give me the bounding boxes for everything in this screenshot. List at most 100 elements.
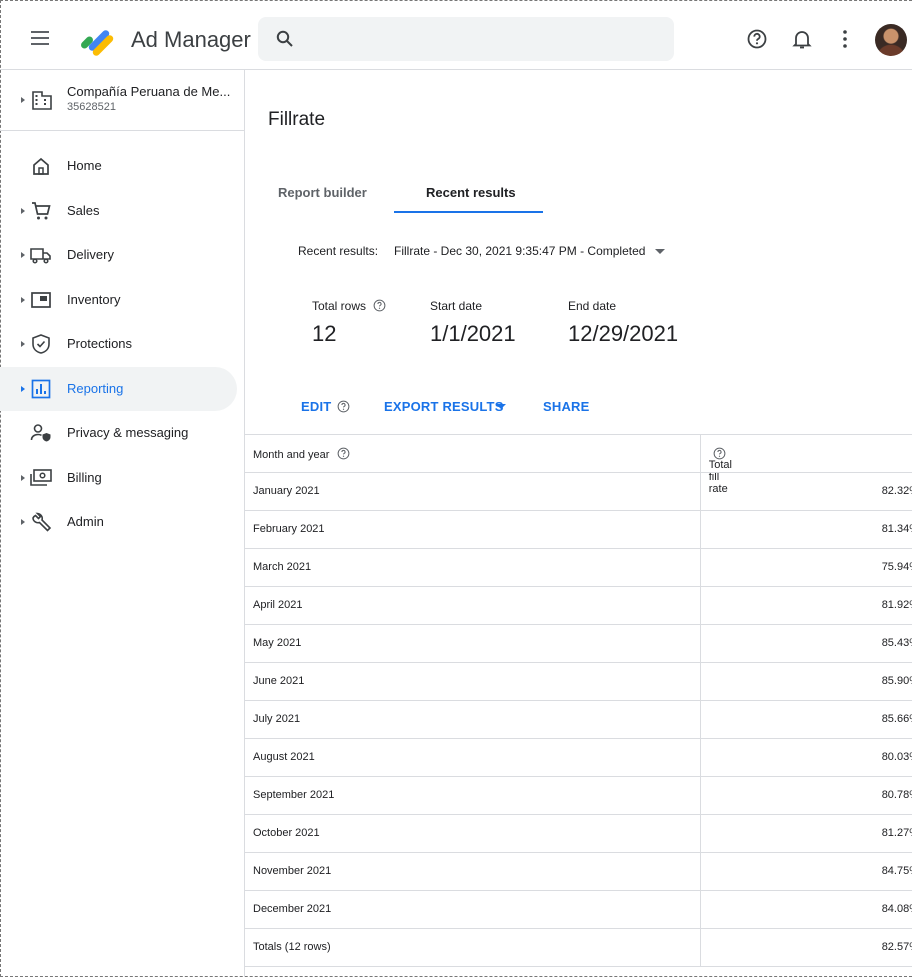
fill-rate-value: 80.78%	[881, 789, 912, 801]
fill-rate-cell: 85.66%	[700, 701, 912, 738]
sidebar-item-label: Reporting	[67, 381, 124, 396]
sidebar: Compañía Peruana de Me... 35628521 Home …	[0, 70, 245, 977]
table-row: May 2021 85.43%	[245, 624, 912, 662]
fill-rate-cell: 82.32%	[700, 473, 912, 510]
help-icon[interactable]	[746, 28, 768, 50]
sidebar-item-label: Sales	[67, 203, 100, 218]
sidebar-item-admin[interactable]: Admin	[0, 500, 237, 544]
expand-caret-icon	[21, 297, 25, 303]
sidebar-item-reporting[interactable]: Reporting	[0, 367, 237, 411]
fill-rate-value: 85.43%	[881, 637, 912, 649]
edit-button[interactable]: EDIT	[301, 399, 331, 414]
month-cell: June 2021	[253, 675, 305, 687]
search-input[interactable]	[308, 27, 662, 53]
more-options-icon[interactable]	[839, 28, 851, 50]
notifications-icon[interactable]	[792, 28, 812, 50]
home-icon	[33, 157, 49, 175]
expand-caret-icon	[21, 252, 25, 258]
sidebar-item-inventory[interactable]: Inventory	[0, 278, 237, 322]
network-selector[interactable]: Compañía Peruana de Me... 35628521	[0, 70, 244, 131]
sidebar-item-delivery[interactable]: Delivery	[0, 233, 237, 277]
table-header-row: Month and year Total fill rate	[245, 434, 912, 495]
fill-rate-value: 85.90%	[881, 675, 912, 687]
building-icon	[32, 91, 52, 110]
sidebar-item-label: Delivery	[67, 247, 114, 262]
network-name: Compañía Peruana de Me...	[67, 84, 231, 99]
sidebar-item-protections[interactable]: Protections	[0, 322, 237, 366]
sidebar-item-label: Billing	[67, 470, 102, 485]
sidebar-item-sales[interactable]: Sales	[0, 189, 237, 233]
search-bar[interactable]	[258, 17, 674, 61]
user-avatar[interactable]	[875, 24, 907, 56]
table-row: April 2021 81.92%	[245, 586, 912, 624]
fill-rate-cell: 80.03%	[700, 739, 912, 776]
export-dropdown-arrow-icon[interactable]	[496, 404, 506, 409]
table-row: February 2021 81.34%	[245, 510, 912, 548]
sidebar-item-label: Admin	[67, 514, 104, 529]
column-header-total-fill-rate[interactable]: Total fill rate	[709, 447, 732, 495]
app-title: Ad Manager	[131, 27, 251, 52]
sidebar-item-label: Protections	[67, 336, 133, 351]
expand-caret-icon	[21, 475, 25, 481]
column-header-total-fill-rate-cell: Total fill rate	[700, 435, 912, 495]
wrench-icon	[32, 512, 52, 532]
top-bar: Ad Manager	[0, 0, 912, 70]
tab-report-builder[interactable]: Report builder	[278, 185, 367, 200]
share-button[interactable]: SHARE	[543, 399, 590, 414]
help-icon[interactable]	[337, 400, 350, 413]
table-row: December 2021 84.08%	[245, 890, 912, 928]
expand-caret-icon	[21, 386, 25, 392]
sidebar-item-billing[interactable]: Billing	[0, 456, 237, 500]
fill-rate-cell: 81.27%	[700, 815, 912, 852]
month-cell: February 2021	[253, 523, 325, 535]
sidebar-item-home[interactable]: Home	[0, 144, 237, 188]
tab-recent-results[interactable]: Recent results	[426, 185, 516, 200]
export-results-button[interactable]: EXPORT RESULTS	[384, 399, 504, 414]
table-row: September 2021 80.78%	[245, 776, 912, 814]
main-menu-icon[interactable]	[31, 31, 49, 45]
shield-icon	[32, 334, 50, 354]
month-cell: March 2021	[253, 561, 312, 573]
fill-rate-cell: 84.75%	[700, 853, 912, 890]
expand-caret-icon	[21, 341, 25, 347]
end-date-label: End date	[568, 299, 617, 313]
active-tab-indicator	[394, 211, 543, 213]
month-cell: July 2021	[253, 713, 301, 725]
month-cell: April 2021	[253, 599, 303, 611]
start-date-value: 1/1/2021	[430, 321, 516, 346]
month-cell: Totals (12 rows)	[253, 941, 331, 953]
recent-results-label: Recent results:	[298, 244, 379, 258]
fill-rate-cell: 75.94%	[700, 549, 912, 586]
table-bottom-border	[245, 966, 912, 977]
help-icon[interactable]	[373, 299, 386, 312]
fill-rate-value: 75.94%	[881, 561, 912, 573]
fill-rate-value: 82.57%	[881, 941, 912, 953]
column-header-label: Month and year	[253, 449, 330, 461]
table-row: March 2021 75.94%	[245, 548, 912, 586]
month-cell: May 2021	[253, 637, 302, 649]
cart-icon	[32, 202, 51, 220]
fill-rate-value: 82.32%	[881, 485, 912, 497]
column-header-month-and-year[interactable]: Month and year	[253, 447, 350, 461]
table-body: January 2021 82.32% February 2021 81.34% Mar…	[245, 472, 912, 966]
billing-icon	[30, 469, 52, 486]
expand-caret-icon	[21, 208, 25, 214]
sidebar-item-privacy-messaging[interactable]: Privacy & messaging	[0, 411, 237, 455]
recent-results-select[interactable]: Fillrate - Dec 30, 2021 9:35:47 PM - Com…	[394, 244, 645, 258]
month-cell: January 2021	[253, 485, 320, 497]
fill-rate-cell: 81.34%	[700, 511, 912, 548]
fill-rate-cell: 85.90%	[700, 663, 912, 700]
fill-rate-value: 84.75%	[881, 865, 912, 877]
month-cell: November 2021	[253, 865, 332, 877]
fill-rate-cell: 84.08%	[700, 891, 912, 928]
table-row: August 2021 80.03%	[245, 738, 912, 776]
help-icon[interactable]	[337, 447, 350, 460]
dropdown-arrow-icon[interactable]	[655, 249, 665, 254]
expand-caret-icon	[21, 97, 25, 103]
table-row: October 2021 81.27%	[245, 814, 912, 852]
privacy-icon	[30, 424, 51, 442]
expand-caret-icon	[21, 519, 25, 525]
end-date-value: 12/29/2021	[568, 321, 679, 346]
sidebar-item-label: Inventory	[67, 292, 121, 307]
fill-rate-cell: 80.78%	[700, 777, 912, 814]
